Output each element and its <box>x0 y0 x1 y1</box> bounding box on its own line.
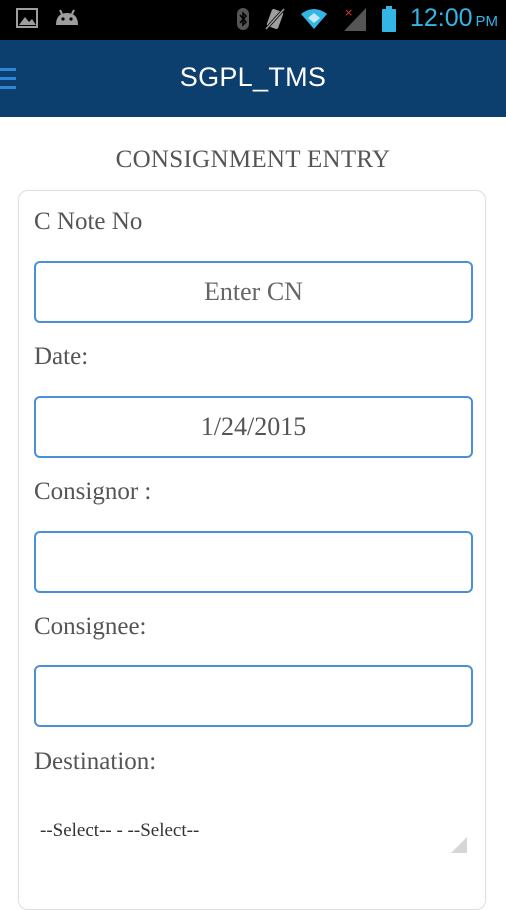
app-bar: SGPL_TMS <box>0 40 506 117</box>
image-icon <box>16 8 38 28</box>
battery-icon <box>381 5 396 32</box>
date-label: Date: <box>34 343 89 370</box>
status-time: 12:00 PM <box>409 4 498 32</box>
svg-text:×: × <box>344 6 353 19</box>
dropdown-arrow-icon <box>451 837 467 853</box>
status-bar-right: × 12:00 PM <box>236 4 498 33</box>
android-icon <box>56 9 78 25</box>
app-title: SGPL_TMS <box>179 62 327 92</box>
page-title: CONSIGNMENT ENTRY <box>115 146 391 173</box>
signal-icon: × <box>343 6 366 31</box>
consignor-input[interactable] <box>34 531 473 593</box>
date-input[interactable] <box>34 396 473 458</box>
consignor-label: Consignor : <box>34 478 152 505</box>
wifi-icon <box>300 8 327 29</box>
status-bar: × 12:00 PM <box>0 0 506 40</box>
destination-select-value: --Select-- - --Select-- <box>40 820 200 841</box>
cnote-label: C Note No <box>34 208 143 235</box>
consignee-label: Consignee: <box>34 613 147 640</box>
vibrate-off-icon <box>264 7 286 30</box>
consignee-input[interactable] <box>34 665 473 727</box>
bluetooth-icon <box>236 7 249 30</box>
destination-label: Destination: <box>34 748 157 775</box>
cnote-input[interactable] <box>34 261 473 323</box>
status-bar-left <box>16 8 80 28</box>
